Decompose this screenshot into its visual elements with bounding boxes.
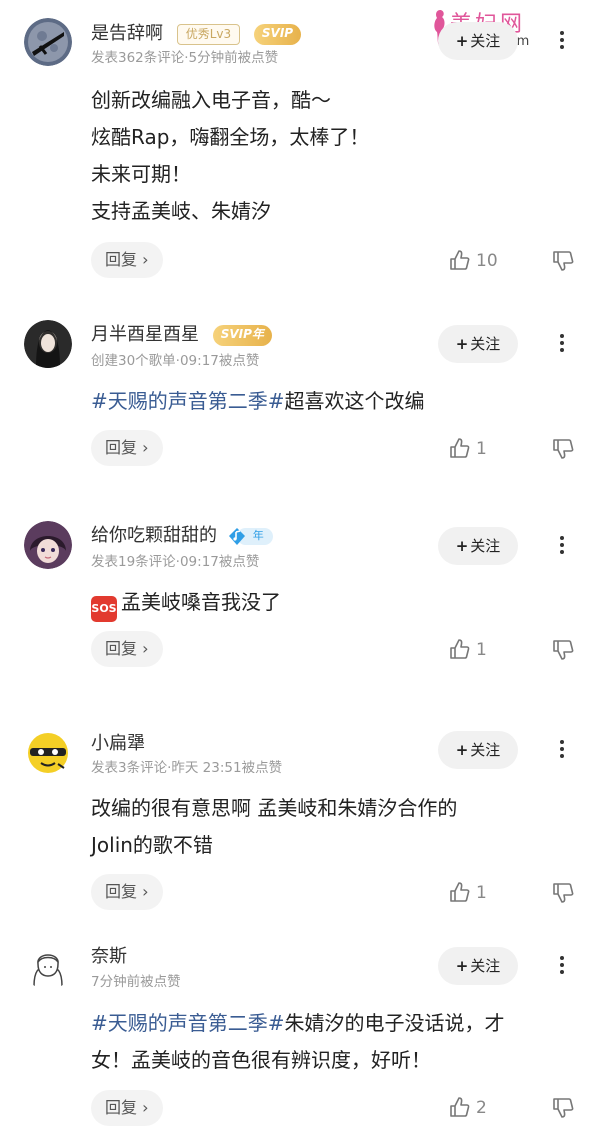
plus-icon: + [455,335,469,353]
thumbs-down-icon[interactable] [551,1095,577,1121]
thumbs-down-icon[interactable] [551,248,577,274]
reply-button[interactable]: 回复 › [91,631,163,667]
thumbs-down-icon[interactable] [551,436,577,462]
more-options-icon[interactable] [554,953,570,981]
avatar-portrait-image [24,320,72,368]
follow-button[interactable]: + 关注 [438,22,518,60]
svip-year-badge: SVIP年 [212,324,272,346]
comment-meta: 发表3条评论·昨天 23:51被点赞 [91,760,283,776]
follow-button[interactable]: + 关注 [438,325,518,363]
avatar[interactable] [24,320,72,368]
thumbs-up-icon [450,438,470,458]
username[interactable]: 小扁犟 [91,729,145,755]
thumbs-up-icon [450,882,470,902]
comment-text: SOS 孟美岐嗓音我没了 [91,584,581,622]
avatar[interactable] [24,18,72,66]
comment-item: 月半酉星酉星 SVIP年 创建30个歌单·09:17被点赞 + 关注 #天赐的声音… [0,300,600,500]
hashtag-link[interactable]: #天赐的声音第二季# [91,389,285,413]
plus-icon: + [455,957,469,975]
like-button[interactable]: 1 [448,878,487,908]
comment-text: #天赐的声音第二季#朱婧汐的电子没话说，才 女！孟美岐的音色很有辨识度，好听！ [91,1011,505,1072]
thumbs-up-icon [450,639,470,659]
avatar-anime-image [24,521,72,569]
comment-item: 奈斯 7分钟前被点赞 + 关注 #天赐的声音第二季#朱婧汐的电子没话说，才 女！孟… [0,925,600,1134]
comment-text: #天赐的声音第二季#超喜欢这个改编 [91,389,425,413]
plus-icon: + [455,537,469,555]
comment-meta: 创建30个歌单·09:17被点赞 [91,353,260,369]
thumbs-down-icon[interactable] [551,637,577,663]
username[interactable]: 月半酉星酉星 SVIP年 [91,320,272,346]
thumbs-down-icon[interactable] [551,880,577,906]
avatar-moon-image [24,18,72,66]
follow-button[interactable]: + 关注 [438,731,518,769]
plus-icon: + [455,741,469,759]
more-options-icon[interactable] [554,28,570,56]
reply-button[interactable]: 回复 › [91,430,163,466]
avatar[interactable] [24,942,72,990]
reply-button[interactable]: 回复 › [91,242,163,278]
hashtag-link[interactable]: #天赐的声音第二季# [91,1011,285,1035]
avatar-line-art-image [24,942,72,990]
level-badge: 优秀Lv3 [176,23,241,45]
avatar-cartoon-image [24,728,72,776]
avatar[interactable] [24,521,72,569]
comment-item: 是告辞啊 优秀Lv3 SVIP 发表362条评论·5分钟前被点赞 + 关注 创新改… [0,0,600,300]
comment-item: 小扁犟 发表3条评论·昨天 23:51被点赞 + 关注 改编的很有意思啊 孟美岐和… [0,700,600,925]
more-options-icon[interactable] [554,737,570,765]
comment-item: 给你吃颗甜甜的 年 发表19条评论·09:17被点赞 + 关注 SOS 孟美岐嗓音我… [0,500,600,700]
like-button[interactable]: 1 [448,434,487,464]
music-note-icon [228,527,273,545]
reply-button[interactable]: 回复 › [91,874,163,910]
follow-button[interactable]: + 关注 [438,947,518,985]
sos-emoji: SOS [91,596,117,622]
username[interactable]: 是告辞啊 优秀Lv3 SVIP [91,19,302,45]
svip-badge: SVIP [253,23,302,45]
username[interactable]: 奈斯 [91,942,127,968]
plus-icon: + [455,32,469,50]
comment-meta: 发表362条评论·5分钟前被点赞 [91,50,279,66]
comment-text: 创新改编融入电子音，酷～ 炫酷Rap，嗨翻全场，太棒了！ 未来可期！ 支持孟美岐… [91,88,370,223]
more-options-icon[interactable] [554,533,570,561]
thumbs-up-icon [450,1097,470,1117]
username[interactable]: 给你吃颗甜甜的 年 [91,521,275,547]
thumbs-up-icon [450,250,470,270]
like-button[interactable]: 1 [448,635,487,665]
music-vip-badge: 年 [227,526,275,547]
like-button[interactable]: 2 [448,1093,487,1123]
comment-meta: 7分钟前被点赞 [91,974,181,990]
avatar[interactable] [24,728,72,776]
reply-button[interactable]: 回复 › [91,1090,163,1126]
follow-button[interactable]: + 关注 [438,527,518,565]
comment-meta: 发表19条评论·09:17被点赞 [91,554,260,570]
comment-text: 改编的很有意思啊 孟美岐和朱婧汐合作的 Jolin的歌不错 [91,796,458,857]
more-options-icon[interactable] [554,331,570,359]
like-button[interactable]: 10 [448,246,498,276]
